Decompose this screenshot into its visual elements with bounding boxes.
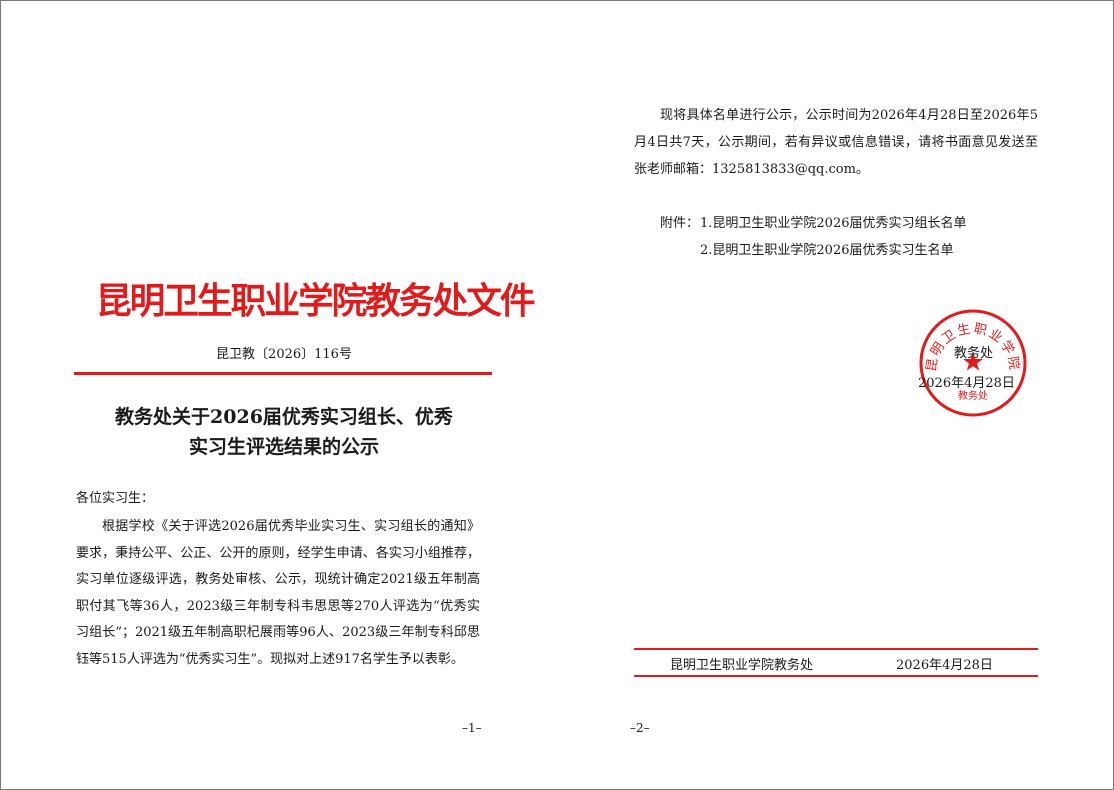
document-title-line-1: 教务处关于2026届优秀实习组长、优秀 — [115, 406, 453, 428]
official-seal-icon: 昆明卫生职业学院 教务处 — [919, 309, 1027, 417]
signature-name: 教务处 — [954, 346, 994, 361]
page2-body-paragraph: 现将具体名单进行公示，公示时间为2026年4月28日至2026年5月4日共7天，… — [634, 108, 1038, 177]
footer-organization: 昆明卫生职业学院教务处 — [670, 658, 814, 673]
attachment-row-1: 附件： 1.昆明卫生职业学院2026届优秀实习组长名单 — [660, 210, 967, 237]
attachments-block: 附件： 1.昆明卫生职业学院2026届优秀实习组长名单 2.昆明卫生职业学院20… — [660, 210, 967, 264]
attachment-label: 附件： — [660, 216, 700, 231]
footer-rule-top — [634, 648, 1038, 650]
document-number: 昆卫教〔2026〕116号 — [216, 347, 352, 362]
header-red-rule — [74, 372, 492, 375]
signature-date: 2026年4月28日 — [918, 376, 1015, 391]
page1-body-paragraph: 根据学校《关于评选2026届优秀毕业实习生、实习组长的通知》要求，秉持公平、公正… — [76, 519, 480, 667]
attachment-row-2: 2.昆明卫生职业学院2026届优秀实习生名单 — [660, 237, 967, 264]
document-title-line-2: 实习生评选结果的公示 — [188, 436, 379, 458]
footer-date: 2026年4月28日 — [896, 658, 993, 673]
document-title: 教务处关于2026届优秀实习组长、优秀 实习生评选结果的公示 — [74, 402, 494, 462]
attachment-item-2: 2.昆明卫生职业学院2026届优秀实习生名单 — [700, 243, 954, 258]
attachment-item-1: 1.昆明卫生职业学院2026届优秀实习组长名单 — [700, 216, 967, 231]
salutation: 各位实习生： — [76, 491, 155, 506]
page-number-1: –1– — [462, 721, 482, 735]
document-header-title: 昆明卫生职业学院教务处文件 — [96, 280, 536, 322]
footer-rule-bottom — [634, 675, 1038, 677]
page-number-2: –2– — [630, 721, 650, 735]
